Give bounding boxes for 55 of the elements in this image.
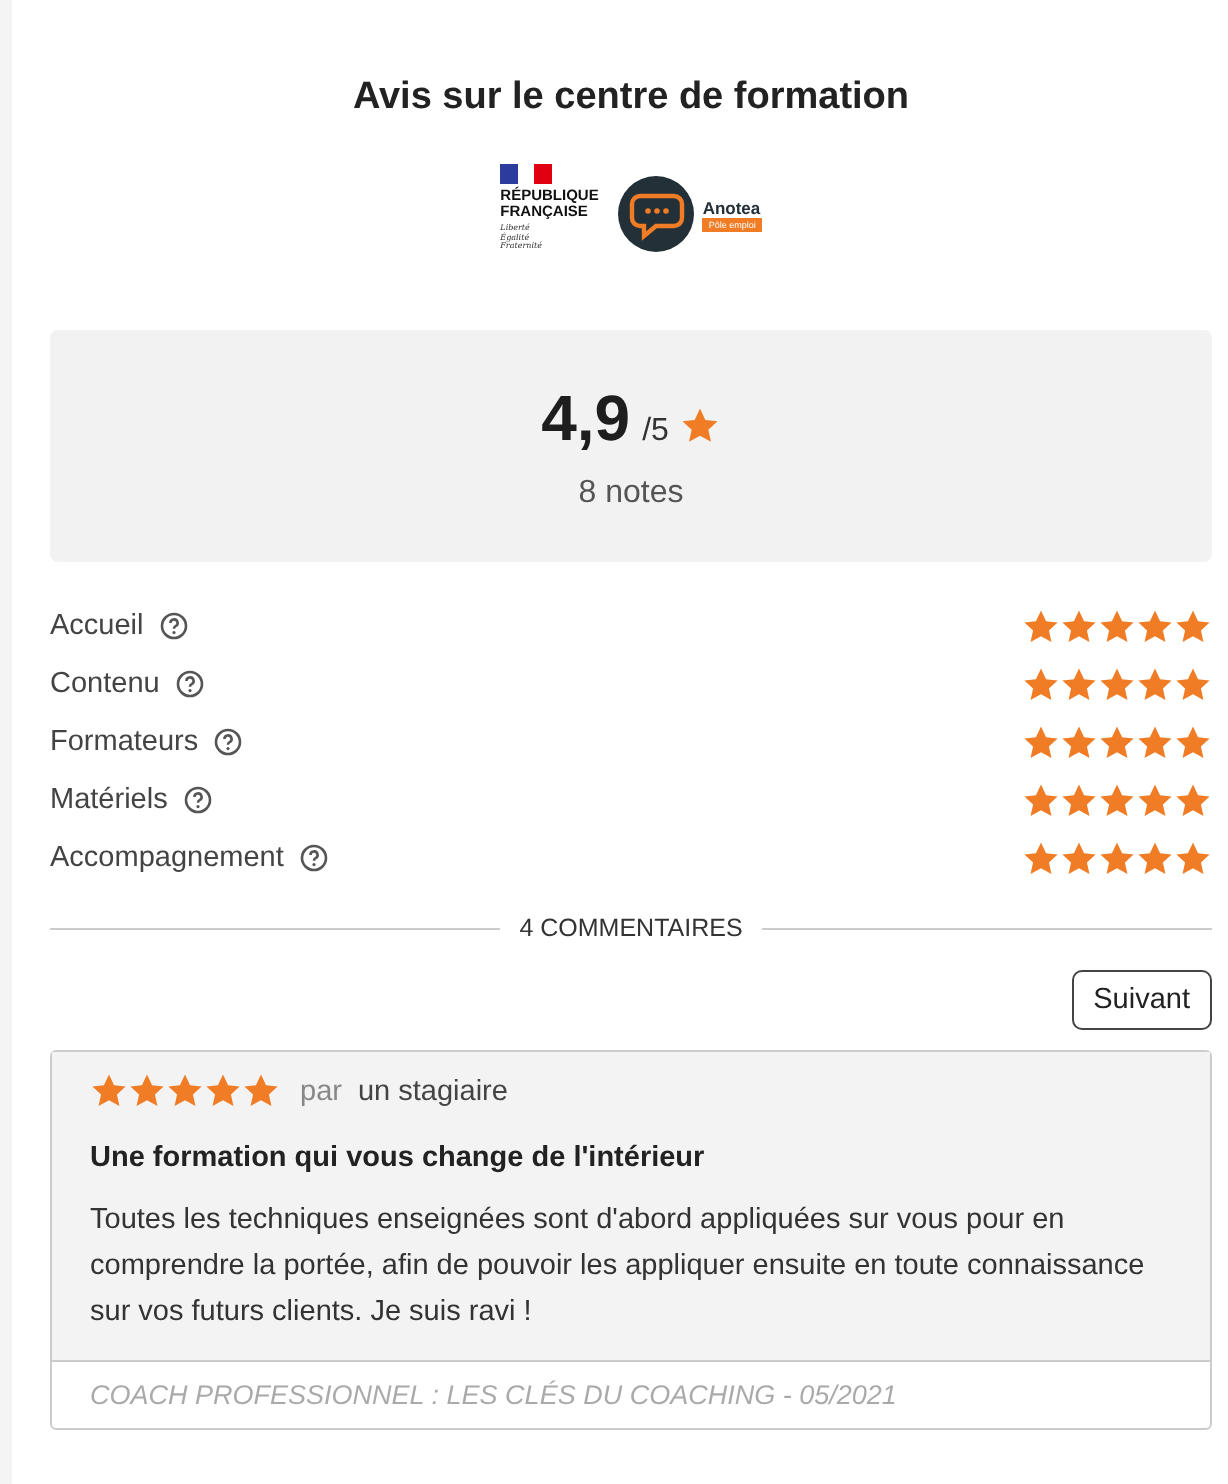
criterion-label: Contenu [50,668,160,700]
star-icon [166,1072,204,1110]
star-icon [1060,781,1098,819]
star-icon [1060,723,1098,761]
review-training-info: COACH PROFESSIONNEL : LES CLÉS DU COACHING - 05/2021 [52,1360,1210,1428]
next-button[interactable]: Suivant [1071,970,1212,1030]
star-icon [1174,781,1212,819]
star-icon [1022,665,1060,703]
ratings-count: 8 notes [578,475,684,511]
star-icon [90,1072,128,1110]
help-icon[interactable] [299,844,328,872]
star-icon [1174,723,1212,761]
by-label: par [300,1075,342,1107]
review-author: un stagiaire [357,1075,508,1107]
star-icon [204,1072,242,1110]
help-icon[interactable] [159,612,188,640]
criterion-label: Matériels [50,784,168,816]
star-icon [1098,665,1136,703]
criterion-label: Accompagnement [50,842,284,874]
star-icon [680,406,721,446]
star-icon [1174,665,1212,703]
star-icon [1098,781,1136,819]
help-icon[interactable] [214,728,243,756]
star-icon [1022,781,1060,819]
star-icon [1174,607,1212,645]
help-icon[interactable] [183,786,212,814]
speech-bubble-logo-icon [618,176,695,252]
criterion-label: Accueil [50,610,144,642]
criterion-label: Formateurs [50,726,199,758]
average-score: 4,9 [541,381,631,455]
star-icon [1098,723,1136,761]
star-icon [1136,781,1174,819]
review-title: Une formation qui vous change de l'intérieur [90,1142,707,1174]
star-icon [1060,839,1098,877]
star-icon [1098,839,1136,877]
star-icon [1136,723,1174,761]
star-icon [128,1072,166,1110]
star-icon [1022,607,1060,645]
star-icon [1136,839,1174,877]
comments-heading: 4 COMMENTAIRES [519,914,743,942]
help-icon[interactable] [175,670,204,698]
star-icon [242,1072,280,1110]
score-scale: /5 [642,413,669,449]
flag-icon [500,164,553,184]
star-icon [1136,665,1174,703]
star-icon [1022,839,1060,877]
star-icon [1174,839,1212,877]
star-icon [1136,607,1174,645]
star-icon [1060,607,1098,645]
section-title: Avis sur le centre de formation [350,76,912,120]
review-text: Toutes les techniques enseignées sont d'abord appliquées sur vous pour en comprendre la portée, afin de pouvoir les appliquer ensuite en toute connaissance sur vos futurs clients. Je suis ravi ! [90,1202,1147,1332]
logo-text: Anotea [702,197,761,217]
star-icon [1098,607,1136,645]
star-icon [1060,665,1098,703]
star-icon [1022,723,1060,761]
